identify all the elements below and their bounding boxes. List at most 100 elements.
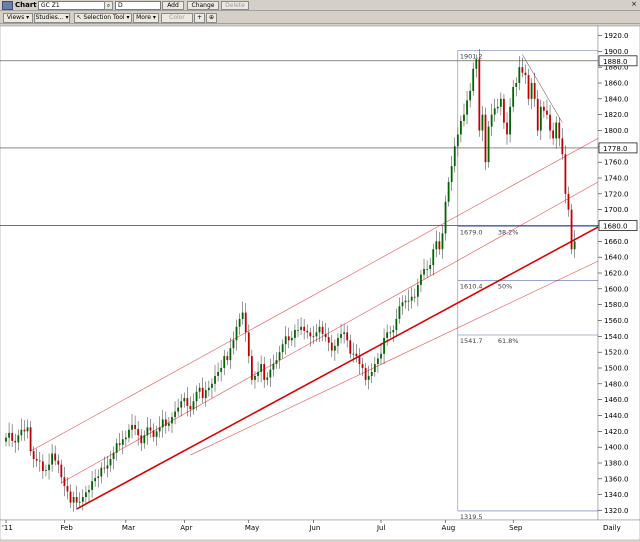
candle-body [32, 451, 35, 460]
y-tick-label: 1900.0 [604, 48, 629, 56]
interval-select[interactable]: D [115, 1, 161, 10]
x-tick-label: '11 [2, 524, 13, 532]
candle-body [97, 476, 100, 479]
candle-body [91, 481, 93, 490]
close-icon[interactable]: × [630, 1, 638, 8]
candle-body [247, 332, 250, 357]
candle-body [171, 417, 173, 424]
candle-body [567, 193, 570, 210]
candle-body [81, 497, 84, 502]
candle-body [118, 443, 121, 445]
y-tick-label: 1520.0 [604, 349, 629, 357]
candle-body [235, 326, 238, 341]
candle-body [45, 470, 47, 471]
candle-body [552, 130, 555, 139]
candle-body [463, 114, 465, 121]
candle-body [340, 333, 342, 338]
y-tick-label: 1600.0 [604, 285, 629, 293]
candle-body [266, 377, 269, 380]
candle-body [561, 138, 564, 155]
candle-body [438, 241, 441, 250]
candle-body [303, 326, 306, 331]
y-tick-label: 1380.0 [604, 460, 629, 468]
candle-body [143, 435, 146, 444]
crosshair-icon[interactable]: + [194, 13, 205, 23]
candle-body [398, 306, 401, 319]
candle-body [380, 353, 382, 359]
candle-body [290, 337, 293, 341]
candle-body [536, 98, 539, 131]
more-button[interactable]: More ▾ [133, 13, 159, 23]
candle-body [137, 428, 140, 436]
candle-body [272, 364, 275, 370]
x-axis-suffix: Daily [603, 524, 621, 532]
candle-body [220, 368, 223, 372]
candle-body [377, 358, 379, 365]
y-tick-label: 1360.0 [604, 475, 629, 483]
candle-body [518, 67, 521, 83]
candle-body [512, 86, 515, 107]
zoom-icon[interactable]: ⊕ [206, 13, 217, 23]
fib-level-label: 1541.7 [460, 337, 483, 345]
x-tick-label: Aug [442, 524, 456, 532]
window-title: Chart [15, 1, 37, 9]
candle-body [168, 423, 170, 426]
y-tick-label: 1840.0 [604, 95, 629, 103]
fib-level-label: 1610.4 [460, 283, 483, 291]
y-tick-label: 1800.0 [604, 127, 629, 135]
candle-body [115, 443, 118, 453]
candle-body [370, 371, 373, 376]
y-tick-label: 1660.0 [604, 238, 629, 246]
candle-body [158, 427, 161, 432]
fib-level-label: 1319.5 [460, 513, 483, 521]
symbol-input[interactable]: GC Z1 [38, 1, 106, 10]
x-tick-label: Feb [60, 524, 73, 532]
studies-button[interactable]: Studies... ▾ [34, 13, 70, 23]
candle-body [35, 459, 38, 461]
plot-area [0, 25, 599, 521]
candle-body [315, 332, 318, 337]
candle-body [241, 312, 244, 319]
delete-button[interactable]: Delete [221, 1, 249, 10]
candle-body [161, 419, 164, 428]
candle-body [41, 461, 44, 471]
x-tick-label: Mar [122, 524, 135, 532]
candle-body [94, 478, 97, 482]
candle-body [410, 296, 413, 301]
price-label: 1888.0 [603, 58, 628, 66]
candle-body [281, 344, 284, 353]
color-button[interactable]: Color [161, 13, 193, 23]
change-button[interactable]: Change [187, 1, 219, 10]
candle-body [269, 369, 272, 378]
fib-pct-label: 50% [498, 283, 512, 291]
candle-body [300, 326, 302, 330]
candle-body [386, 332, 389, 338]
candle-body [364, 368, 367, 380]
candle-body [60, 464, 63, 478]
candle-body [515, 83, 518, 87]
y-tick-label: 1320.0 [604, 507, 629, 515]
candle-body [395, 318, 398, 330]
candle-body [121, 439, 124, 445]
candle-body [164, 419, 167, 426]
selection-tool-button[interactable]: ↖ Selection Tool ▾ [74, 13, 132, 23]
add-button[interactable]: Add [162, 1, 184, 10]
candle-body [149, 427, 152, 431]
candle-body [217, 371, 219, 376]
candle-body [223, 356, 226, 368]
price-chart[interactable]: 1320.0 1340.0 1360.0 1380.0 1400.0 1420.0 1440… [0, 24, 640, 541]
search-icon[interactable]: ⌕ [104, 1, 113, 10]
candle-body [542, 106, 545, 111]
candle-body [324, 333, 327, 338]
views-button[interactable]: Views ▾ [3, 13, 33, 23]
y-tick-label: 1580.0 [604, 301, 629, 309]
candle-body [198, 387, 201, 392]
candle-body [211, 383, 213, 388]
candle-body [238, 318, 241, 327]
candle-body [306, 330, 309, 333]
x-tick-label: Jun [308, 524, 320, 532]
candle-body [490, 114, 493, 127]
candle-body [426, 269, 428, 270]
candle-body [524, 72, 527, 76]
candle-body [106, 465, 109, 469]
